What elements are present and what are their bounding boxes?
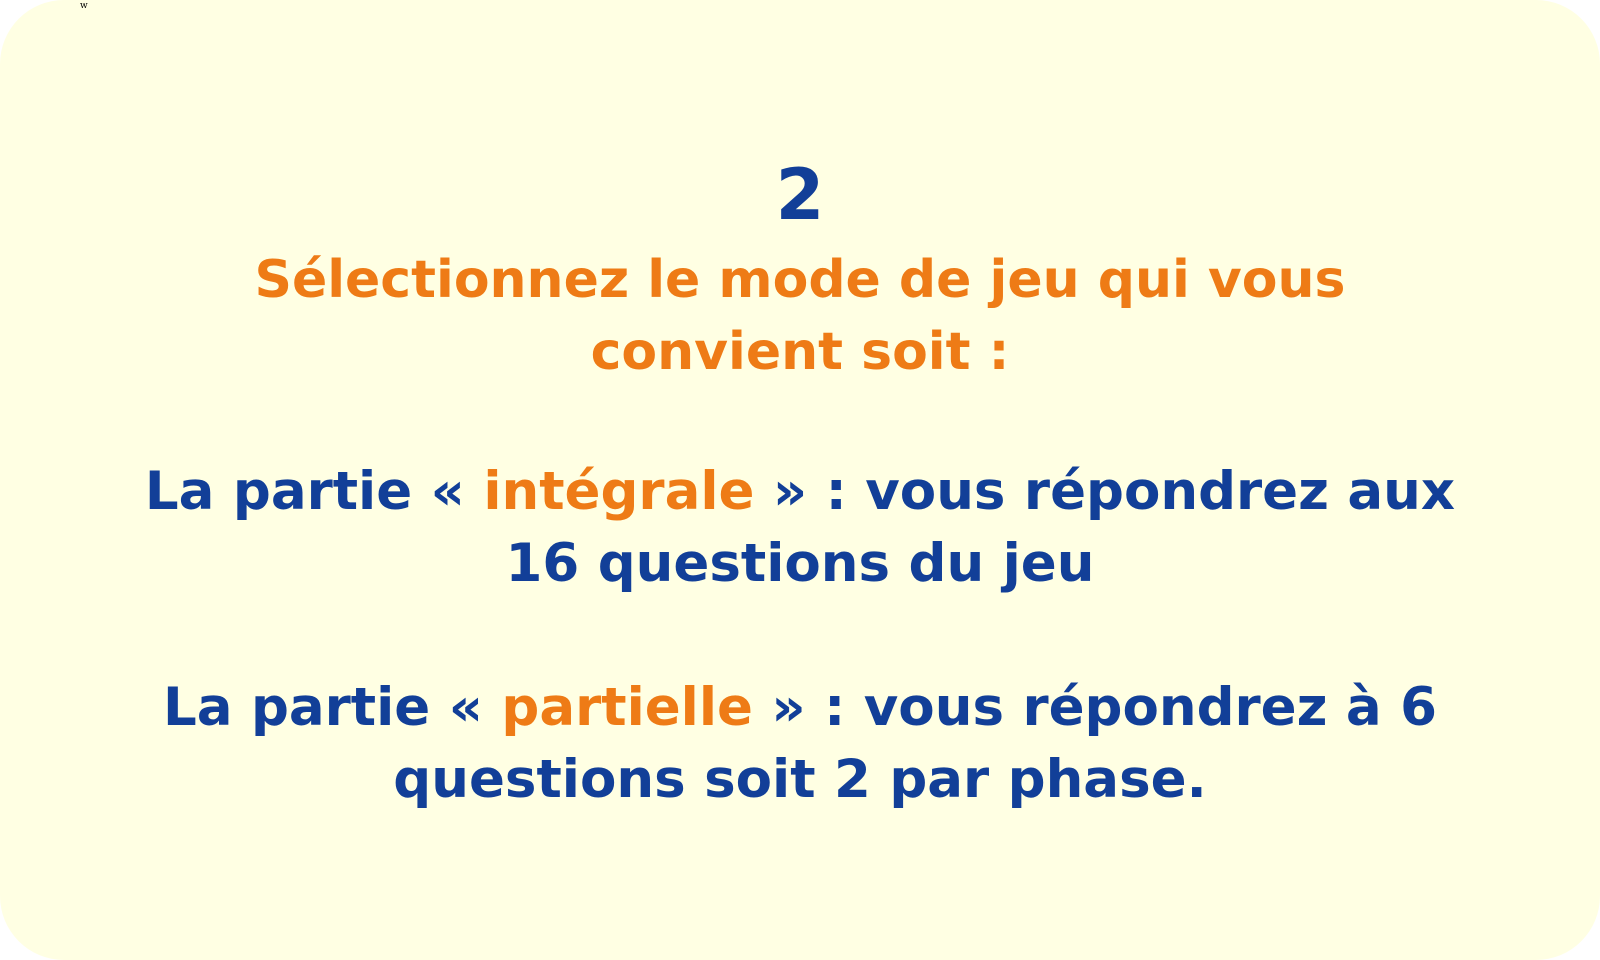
- mode-partielle-prefix: La partie «: [162, 677, 502, 738]
- card-content: 2 Sélectionnez le mode de jeu qui vous c…: [0, 0, 1600, 960]
- mode-partielle-suffix: » : vous répondrez à 6: [752, 677, 1438, 738]
- instruction-line-1: Sélectionnez le mode de jeu qui vous: [254, 250, 1346, 310]
- mode-integrale: La partie « intégrale » : vous répondrez…: [70, 456, 1530, 600]
- mode-integrale-prefix: La partie «: [144, 461, 484, 522]
- instruction-text: Sélectionnez le mode de jeu qui vous con…: [0, 244, 1600, 388]
- mode-integrale-line-2: 16 questions du jeu: [505, 533, 1095, 594]
- rules-card: w 2 Sélectionnez le mode de jeu qui vous…: [0, 0, 1600, 960]
- mode-partielle-name: partielle: [501, 677, 753, 738]
- mode-integrale-suffix: » : vous répondrez aux: [754, 461, 1456, 522]
- mode-partielle: La partie « partielle » : vous répondrez…: [70, 672, 1530, 816]
- mode-integrale-line-1: La partie « intégrale » : vous répondrez…: [70, 456, 1530, 528]
- step-number: 2: [775, 154, 825, 236]
- mode-partielle-line-1: La partie « partielle » : vous répondrez…: [70, 672, 1530, 744]
- mode-integrale-name: intégrale: [483, 461, 755, 522]
- instruction-line-2: convient soit :: [590, 322, 1010, 382]
- mode-partielle-line-2: questions soit 2 par phase.: [393, 749, 1207, 810]
